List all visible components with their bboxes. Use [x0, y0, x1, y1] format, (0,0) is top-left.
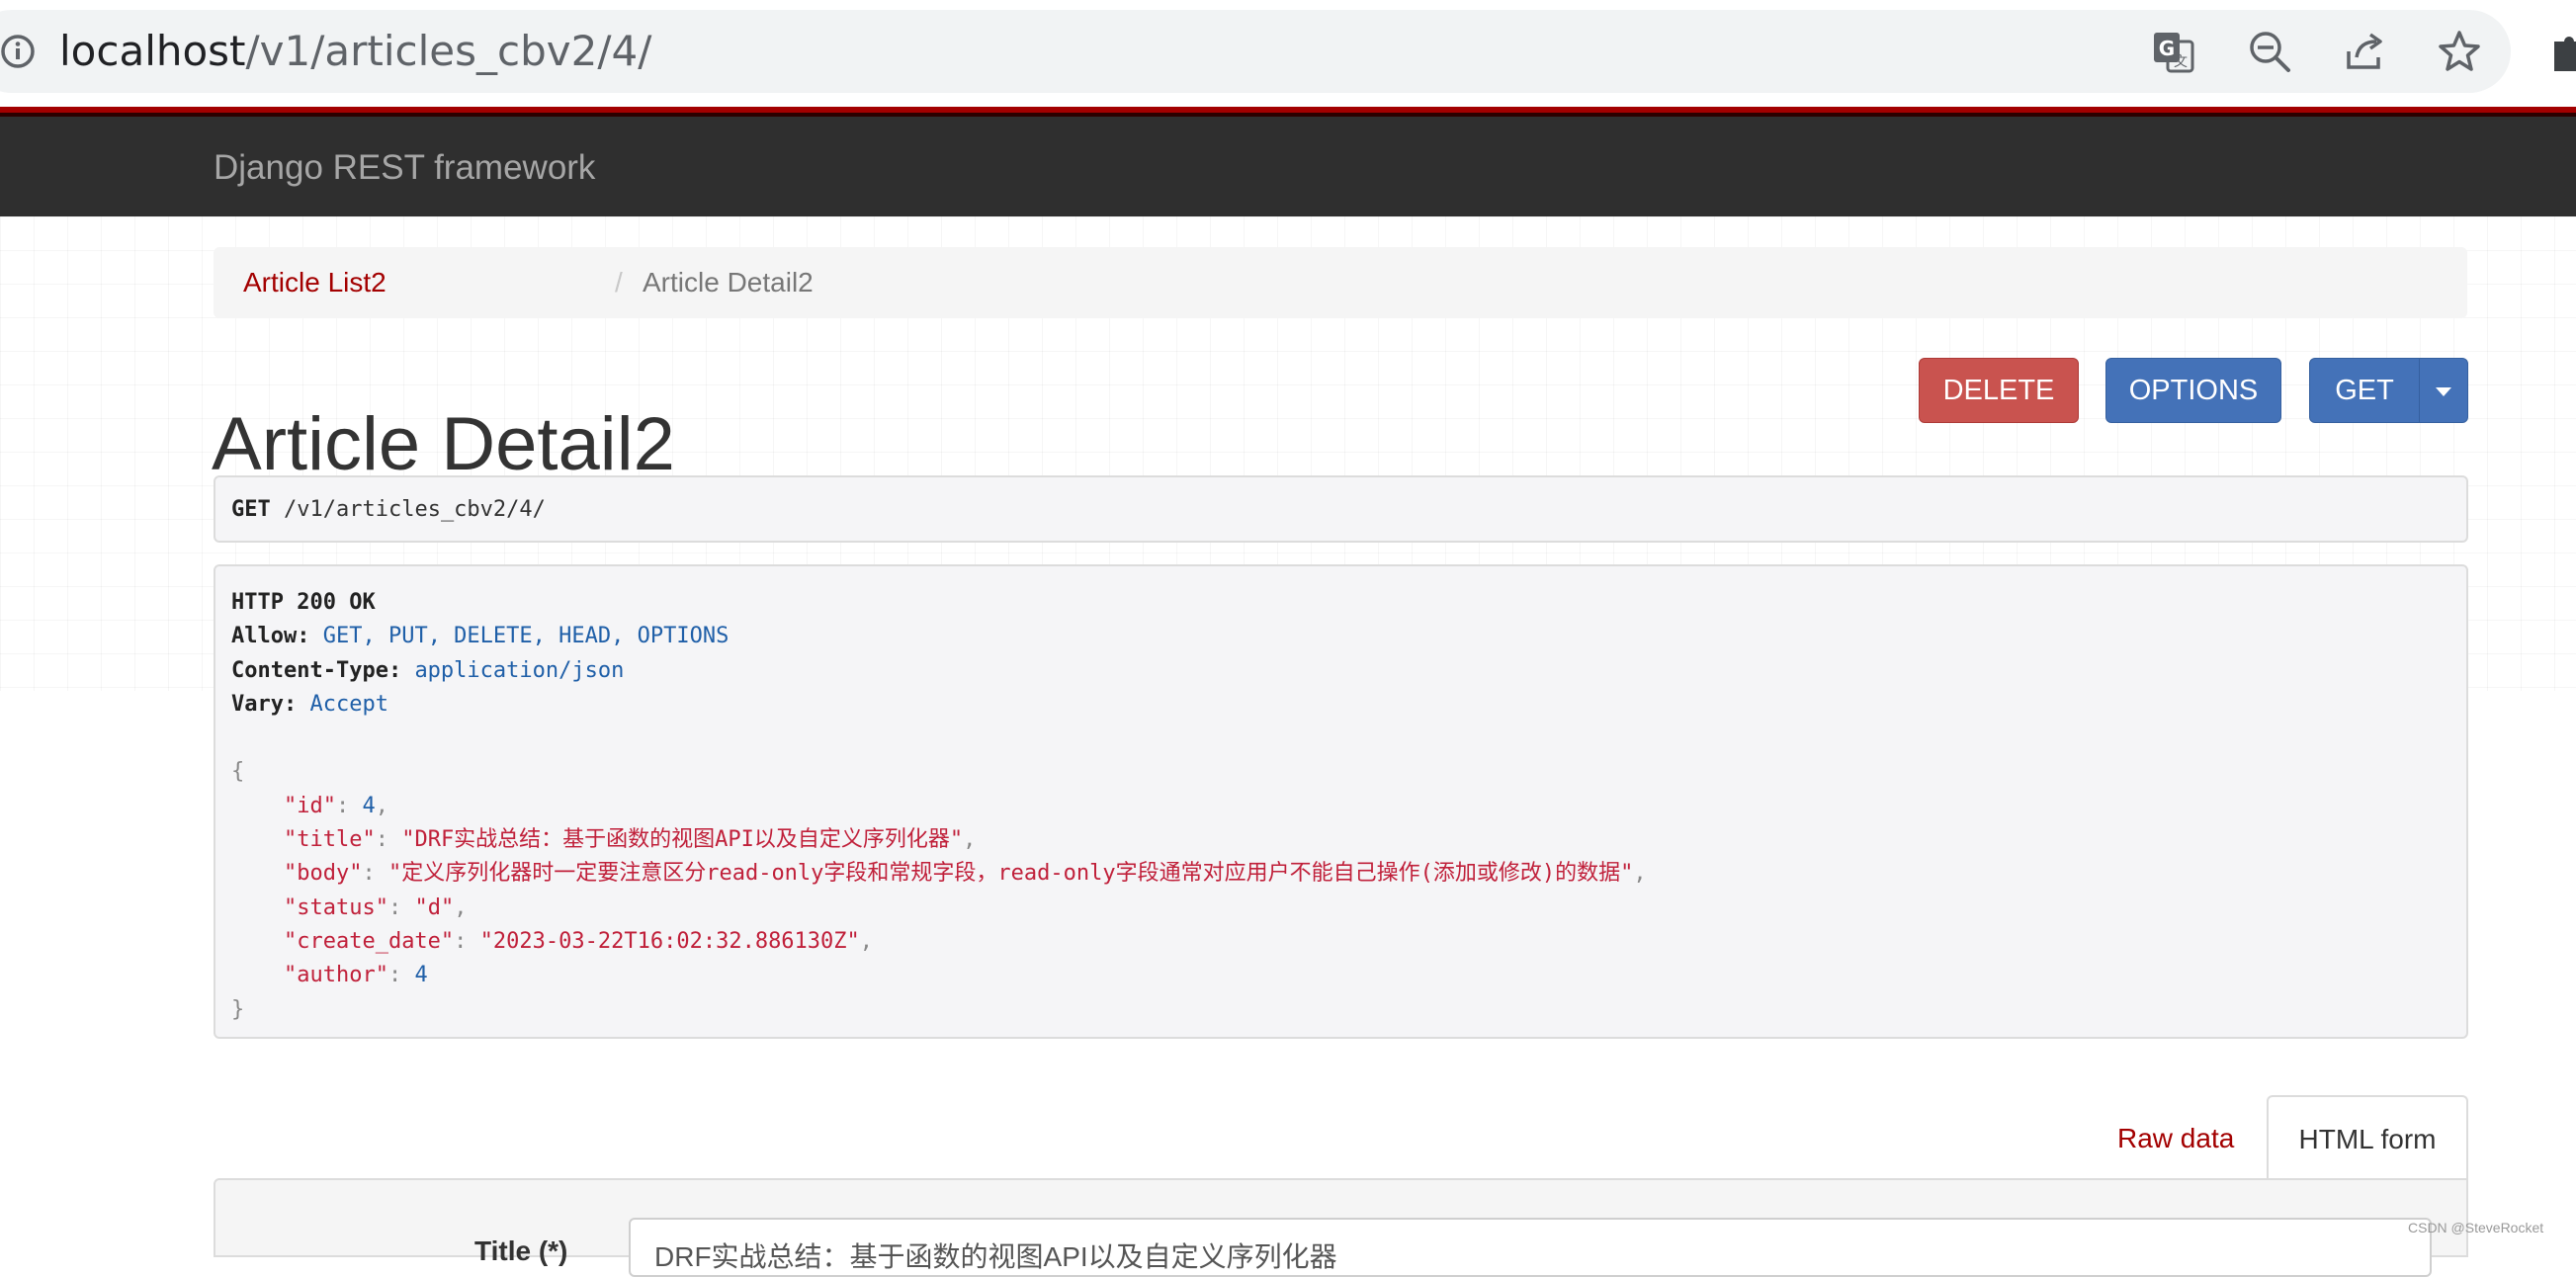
- json-comma: ,: [454, 894, 468, 920]
- options-button[interactable]: OPTIONS: [2105, 358, 2281, 423]
- navbar: Django REST framework: [0, 117, 2576, 216]
- json-field-line: "id": 4,: [231, 794, 388, 818]
- response-info: HTTP 200 OK Allow: GET, PUT, DELETE, HEA…: [214, 564, 2468, 1039]
- watermark: CSDN @SteveRocket: [2408, 1220, 2544, 1235]
- json-key: "title": [283, 827, 376, 853]
- json-field-line: "create_date": "2023-03-22T16:02:32.8861…: [231, 929, 873, 954]
- json-value: "定义序列化器时一定要注意区分read-only字段和常规字段，read-onl…: [387, 861, 1634, 887]
- get-button[interactable]: GET: [2309, 358, 2420, 423]
- breadcrumb: Article List2 / Article Detail2: [214, 247, 2467, 318]
- url-path: /v1/articles_cbv2/4/: [245, 27, 652, 75]
- json-value: "d": [414, 894, 455, 920]
- zoom-out-icon[interactable]: [2246, 28, 2293, 75]
- json-field-line: "author": 4: [231, 963, 428, 987]
- json-value: "DRF实战总结：基于函数的视图API以及自定义序列化器": [401, 827, 964, 853]
- json-comma: ,: [963, 827, 977, 853]
- tab-raw-data[interactable]: Raw data: [2117, 1123, 2234, 1154]
- response-header-value: GET, PUT, DELETE, HEAD, OPTIONS: [322, 624, 730, 649]
- spacer-line: [231, 725, 244, 750]
- response-header-value: application/json: [414, 657, 625, 683]
- response-status-line: HTTP 200 OK: [231, 590, 376, 615]
- extensions-icon[interactable]: [2550, 28, 2576, 75]
- json-value: "2023-03-22T16:02:32.886130Z": [479, 928, 860, 954]
- json-field-line: "body": "定义序列化器时一定要注意区分read-only字段和常规字段，…: [231, 861, 1647, 886]
- share-icon[interactable]: [2341, 28, 2388, 75]
- json-value: 4: [362, 793, 376, 818]
- json-comma: ,: [1633, 861, 1647, 887]
- browser-toolbar: localhost/v1/articles_cbv2/4/ G文: [0, 0, 2576, 107]
- info-icon[interactable]: [0, 34, 36, 69]
- json-colon: :: [454, 928, 480, 954]
- get-format-dropdown[interactable]: [2419, 358, 2468, 423]
- page-title: Article Detail2: [212, 401, 675, 486]
- response-header-line: Content-Type: application/json: [231, 658, 624, 683]
- json-open-brace: {: [231, 759, 245, 785]
- response-header-name: Vary:: [231, 691, 298, 717]
- response-header-name: Content-Type:: [231, 657, 402, 683]
- json-colon: :: [375, 827, 402, 853]
- caret-down-icon: [2436, 386, 2451, 396]
- response-header-value: Accept: [309, 691, 388, 717]
- bookmark-star-icon[interactable]: [2436, 28, 2483, 75]
- breadcrumb-active-article-detail: Article Detail2: [643, 267, 814, 298]
- response-header-line: Vary: Accept: [231, 692, 388, 717]
- breadcrumb-separator: /: [615, 267, 623, 298]
- breadcrumb-link-article-list[interactable]: Article List2: [243, 267, 386, 298]
- translate-icon[interactable]: G文: [2149, 28, 2196, 75]
- request-info: GET /v1/articles_cbv2/4/: [214, 475, 2468, 543]
- svg-text:G: G: [2159, 37, 2175, 60]
- json-value: 4: [414, 963, 428, 988]
- json-key: "id": [283, 793, 336, 818]
- json-close-brace: }: [231, 996, 245, 1022]
- json-field-line: "title": "DRF实战总结：基于函数的视图API以及自定义序列化器",: [231, 827, 976, 852]
- json-colon: :: [387, 963, 415, 988]
- json-colon: :: [335, 793, 363, 818]
- title-input[interactable]: DRF实战总结：基于函数的视图API以及自定义序列化器: [629, 1218, 2432, 1277]
- json-comma: ,: [859, 928, 874, 954]
- response-header-name: Allow:: [231, 624, 310, 649]
- url-host: localhost: [59, 27, 246, 75]
- response-header-line: Allow: GET, PUT, DELETE, HEAD, OPTIONS: [231, 624, 729, 648]
- request-path: /v1/articles_cbv2/4/: [284, 497, 546, 522]
- json-colon: :: [362, 861, 388, 887]
- request-method: GET: [231, 497, 271, 522]
- svg-text:文: 文: [2174, 54, 2188, 70]
- tab-html-form[interactable]: HTML form: [2267, 1095, 2468, 1180]
- url-text[interactable]: localhost/v1/articles_cbv2/4/: [59, 24, 651, 79]
- json-comma: ,: [375, 793, 388, 818]
- html-form-panel: Title (*) DRF实战总结：基于函数的视图API以及自定义序列化器: [214, 1178, 2468, 1277]
- delete-button[interactable]: DELETE: [1919, 358, 2079, 423]
- json-key: "author": [283, 963, 388, 988]
- title-field-label: Title (*): [474, 1235, 568, 1266]
- json-field-line: "status": "d",: [231, 895, 467, 920]
- json-key: "create_date": [283, 928, 455, 954]
- navbar-brand[interactable]: Django REST framework: [214, 148, 595, 188]
- json-key: "body": [283, 861, 363, 887]
- json-colon: :: [387, 894, 415, 920]
- json-key: "status": [283, 894, 388, 920]
